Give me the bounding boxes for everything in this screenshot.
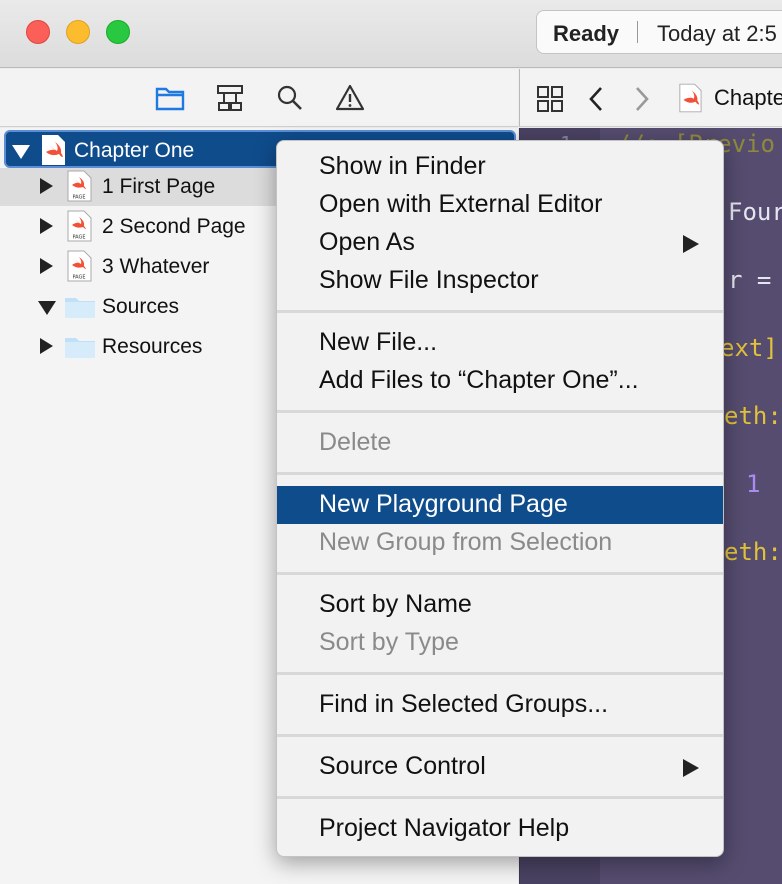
menu-item-label: Find in Selected Groups... bbox=[319, 690, 609, 718]
status-divider bbox=[637, 21, 638, 43]
menu-item-label: Add Files to “Chapter One”... bbox=[319, 366, 639, 394]
menu-item-label: Source Control bbox=[319, 752, 486, 780]
menu-item-open-with-external-editor[interactable]: Open with External Editor bbox=[277, 186, 723, 224]
code-line: r = bbox=[728, 266, 772, 294]
back-arrow-icon[interactable] bbox=[586, 85, 606, 113]
menu-item-label: Open with External Editor bbox=[319, 190, 603, 218]
status-time-label: Today at 2:5 bbox=[657, 21, 777, 46]
disclosure-triangle-icon[interactable] bbox=[38, 301, 56, 315]
playground-page-icon: PAGE bbox=[67, 210, 92, 242]
breadcrumb-file[interactable]: Chapte bbox=[714, 85, 782, 111]
menu-item-add-files[interactable]: Add Files to “Chapter One”... bbox=[277, 362, 723, 400]
navigator-toolbar bbox=[0, 69, 518, 127]
menu-separator bbox=[277, 672, 723, 675]
code-line: 1 bbox=[746, 470, 761, 498]
swift-playground-icon bbox=[42, 135, 65, 165]
menu-item-label: Sort by Name bbox=[319, 590, 472, 618]
swift-file-icon bbox=[679, 83, 702, 113]
menu-item-label: New File... bbox=[319, 328, 438, 356]
playground-page-icon: PAGE bbox=[67, 250, 92, 282]
disclosure-triangle-icon[interactable] bbox=[12, 145, 30, 159]
window-titlebar: Ready Today at 2:5 bbox=[0, 0, 782, 68]
menu-item-label: Project Navigator Help bbox=[319, 814, 570, 842]
code-line: ext] bbox=[720, 334, 778, 362]
folder-icon[interactable] bbox=[155, 83, 185, 113]
folder-icon bbox=[65, 298, 95, 318]
menu-item-source-control[interactable]: Source Control bbox=[277, 748, 723, 786]
tree-row-label: 2 Second Page bbox=[102, 215, 246, 238]
menu-item-label: New Playground Page bbox=[319, 490, 568, 518]
activity-status-view: Ready Today at 2:5 bbox=[536, 10, 782, 54]
warning-icon[interactable] bbox=[335, 83, 365, 113]
minimize-window-button[interactable] bbox=[66, 20, 90, 44]
menu-item-sort-by-name[interactable]: Sort by Name bbox=[277, 586, 723, 624]
menu-item-new-playground-page[interactable]: New Playground Page bbox=[277, 486, 723, 524]
code-line: eth: bbox=[724, 538, 782, 566]
menu-item-label: Sort by Type bbox=[319, 628, 459, 656]
submenu-arrow-icon bbox=[683, 235, 699, 253]
menu-item-open-as[interactable]: Open As bbox=[277, 224, 723, 262]
svg-text:PAGE: PAGE bbox=[72, 195, 85, 201]
tree-row-label: Sources bbox=[102, 295, 180, 318]
menu-item-sort-by-type[interactable]: Sort by Type bbox=[277, 624, 723, 662]
menu-item-new-file[interactable]: New File... bbox=[277, 324, 723, 362]
svg-text:PAGE: PAGE bbox=[72, 275, 85, 281]
menu-separator bbox=[277, 310, 723, 313]
menu-item-project-navigator-help[interactable]: Project Navigator Help bbox=[277, 810, 723, 848]
menu-item-delete[interactable]: Delete bbox=[277, 424, 723, 462]
status-ready-label: Ready bbox=[553, 21, 620, 46]
disclosure-triangle-icon[interactable] bbox=[40, 178, 53, 194]
menu-separator bbox=[277, 472, 723, 475]
context-menu: Show in Finder Open with External Editor… bbox=[276, 140, 724, 857]
zoom-window-button[interactable] bbox=[106, 20, 130, 44]
disclosure-triangle-icon[interactable] bbox=[40, 258, 53, 274]
tree-row-label: 1 First Page bbox=[102, 175, 216, 198]
tree-row-label: Chapter One bbox=[74, 139, 195, 162]
submenu-arrow-icon bbox=[683, 759, 699, 777]
disclosure-triangle-icon[interactable] bbox=[40, 218, 53, 234]
menu-separator bbox=[277, 796, 723, 799]
menu-item-label: Open As bbox=[319, 228, 415, 256]
svg-text:PAGE: PAGE bbox=[72, 235, 85, 241]
folder-icon bbox=[65, 338, 95, 358]
menu-separator bbox=[277, 572, 723, 575]
menu-separator bbox=[277, 734, 723, 737]
menu-item-label: New Group from Selection bbox=[319, 528, 613, 556]
menu-item-label: Delete bbox=[319, 428, 392, 456]
hierarchy-icon[interactable] bbox=[215, 83, 245, 113]
menu-item-label: Show in Finder bbox=[319, 152, 486, 180]
tree-row-label: 3 Whatever bbox=[102, 255, 210, 278]
menu-separator bbox=[277, 410, 723, 413]
menu-item-new-group-from-selection[interactable]: New Group from Selection bbox=[277, 524, 723, 562]
editor-jump-bar: Chapte bbox=[519, 69, 782, 127]
code-line: eth: bbox=[724, 402, 782, 430]
related-items-grid-icon[interactable] bbox=[536, 85, 564, 113]
menu-item-label: Show File Inspector bbox=[319, 266, 539, 294]
menu-item-show-in-finder[interactable]: Show in Finder bbox=[277, 148, 723, 186]
code-line: Four bbox=[728, 198, 782, 226]
search-icon[interactable] bbox=[275, 83, 305, 113]
forward-arrow-icon[interactable] bbox=[632, 85, 652, 113]
tree-row-label: Resources bbox=[102, 335, 203, 358]
menu-item-show-file-inspector[interactable]: Show File Inspector bbox=[277, 262, 723, 300]
menu-item-find-in-selected-groups[interactable]: Find in Selected Groups... bbox=[277, 686, 723, 724]
disclosure-triangle-icon[interactable] bbox=[40, 338, 53, 354]
close-window-button[interactable] bbox=[26, 20, 50, 44]
playground-page-icon: PAGE bbox=[67, 170, 92, 202]
